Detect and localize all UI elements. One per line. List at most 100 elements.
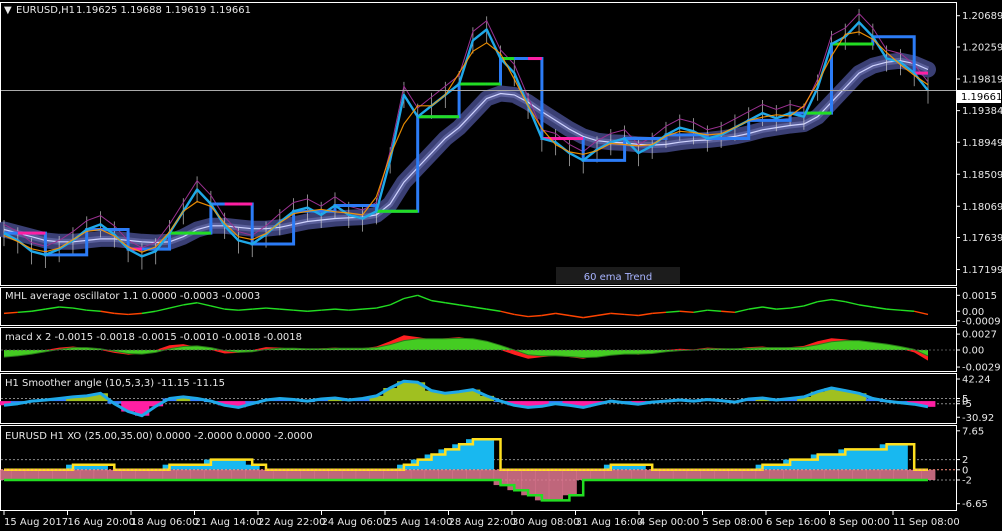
xo-down-bar [424,469,439,480]
chart-canvas: ▼ EURUSD,H1 1.19625 1.19688 1.19619 1.19… [0,0,1002,531]
main-y-tick-label: 1.17639 [962,233,1002,244]
x-tick-label: 22 Aug 22:00 [258,517,325,528]
xo-down-bar [148,469,164,480]
xo-down-bar [479,469,495,480]
xo-up-bar [479,439,495,470]
xo-down-bar [852,469,867,480]
mhl-y-tick-label: -0.0009 [962,316,1001,327]
xo-y-tick-label: 7.65 [962,426,984,437]
xo-y-tick-label: -6.65 [962,499,988,510]
x-tick-label: 30 Aug 08:00 [512,517,579,528]
chart-menu-icon[interactable]: ▼ [4,5,12,16]
xo-down-bar [741,469,757,480]
main-y-tick-label: 1.19819 [962,74,1002,85]
xo-down-bar [452,469,467,480]
xo-down-bar [10,469,26,480]
xo-down-bar [397,469,412,480]
ohlc-readout: 1.19625 1.19688 1.19619 1.19661 [76,5,251,16]
main-y-tick-label: 1.19384 [962,106,1002,117]
xo-up-bar [796,459,812,470]
symbol-label: EURUSD,H1 [16,5,75,16]
xo-up-bar [231,459,246,470]
xo-down-bar [562,469,577,496]
xo-down-bar [0,469,12,480]
xo-down-bar [328,469,343,480]
xo-up-bar [893,444,908,470]
macd-y-tick-label: -0.0029 [962,363,1001,374]
xo-down-bar [686,469,701,480]
xo-down-bar [659,469,674,480]
xo-down-bar [714,469,729,480]
xo-down-bar [466,469,481,480]
xo-down-bar [672,469,688,480]
xo-up-bar [865,449,881,470]
xo-down-bar [576,469,591,480]
xo-y-tick-label: -2 [962,475,972,486]
x-tick-label: 18 Aug 06:00 [131,517,198,528]
xo-down-bar [286,469,302,480]
macd-y-tick-label: 0.00 [962,346,984,357]
x-tick-label: 25 Aug 14:00 [385,517,452,528]
x-tick-label: 4 Sep 00:00 [639,517,699,528]
xo-down-bar [272,469,288,480]
xo-down-bar [66,469,81,480]
trend-label: 60 ema Trend [584,272,652,283]
main-y-tick-label: 1.20689 [962,11,1002,22]
xo-down-bar [879,469,895,480]
xo-down-bar [107,469,122,480]
x-tick-label: 16 Aug 20:00 [68,517,135,528]
xo-down-bar [603,469,619,480]
xo-down-bar [355,469,370,480]
main-y-tick-label: 1.18509 [962,170,1002,181]
smoother-title: H1 Smoother angle (10,5,3,3) -11.15 -11.… [5,378,225,389]
macd-y-tick-label: 0.0027 [962,330,997,341]
xo-down-bar [121,469,136,480]
xo-down-bar [783,469,798,480]
xo-down-bar [52,469,67,480]
xo-down-bar [79,469,95,480]
macd-title: macd x 2 -0.0015 -0.0018 -0.0015 -0.0010… [5,332,302,343]
xo-down-bar [162,469,177,480]
smoother-y-tick-label: -5 [962,399,972,410]
xo-down-bar [700,469,715,480]
x-tick-label: 21 Aug 14:00 [195,517,262,528]
xo-up-bar [824,454,839,470]
xo-down-bar [93,469,108,480]
xo-down-bar [314,469,329,480]
xo-down-bar [231,469,246,480]
main-y-tick-label: 1.18069 [962,202,1002,213]
xo-down-bar [135,469,150,480]
main-y-axis: 1.20689 1.20259 1.19819 1.19384 1.18949 1.185… [956,11,1002,276]
xo-down-bar [369,469,384,480]
x-tick-label: 15 Aug 2017 [4,517,68,528]
xo-down-bar [824,469,839,480]
price-tag: 1.19661 [961,92,1002,103]
smoother-y-tick-label: 42.24 [962,375,991,386]
x-tick-label: 8 Sep 00:00 [830,517,890,528]
xo-down-bar [728,469,743,480]
xo-down-bar [176,469,191,480]
main-y-tick-label: 1.18949 [962,138,1002,149]
xo-down-bar [631,469,646,480]
xo-up-bar [852,449,867,470]
xo-down-bar [865,469,881,480]
xo-down-bar [769,469,784,480]
xo-down-bar [548,469,564,501]
xo-down-bar [217,469,233,480]
xo-down-bar [38,469,53,480]
xo-down-bar [383,469,398,480]
xo-title: EURUSD H1 XO (25.00,35.00) 0.0000 -2.000… [5,431,313,442]
xo-down-bar [190,469,205,480]
x-tick-label: 6 Sep 16:00 [766,517,826,528]
xo-down-bar [810,469,826,480]
x-tick-label: 31 Aug 16:00 [576,517,643,528]
main-y-tick-label: 1.17199 [962,265,1002,276]
xo-down-bar [755,469,770,480]
xo-down-bar [907,469,922,480]
x-tick-label: 5 Sep 08:00 [703,517,763,528]
xo-down-bar [590,469,605,480]
xo-down-bar [24,469,39,480]
mhl-title: MHL average oscillator 1.1 0.0000 -0.000… [5,291,260,302]
main-y-tick-label: 1.20259 [962,42,1002,53]
x-tick-label: 11 Sep 08:00 [893,517,960,528]
